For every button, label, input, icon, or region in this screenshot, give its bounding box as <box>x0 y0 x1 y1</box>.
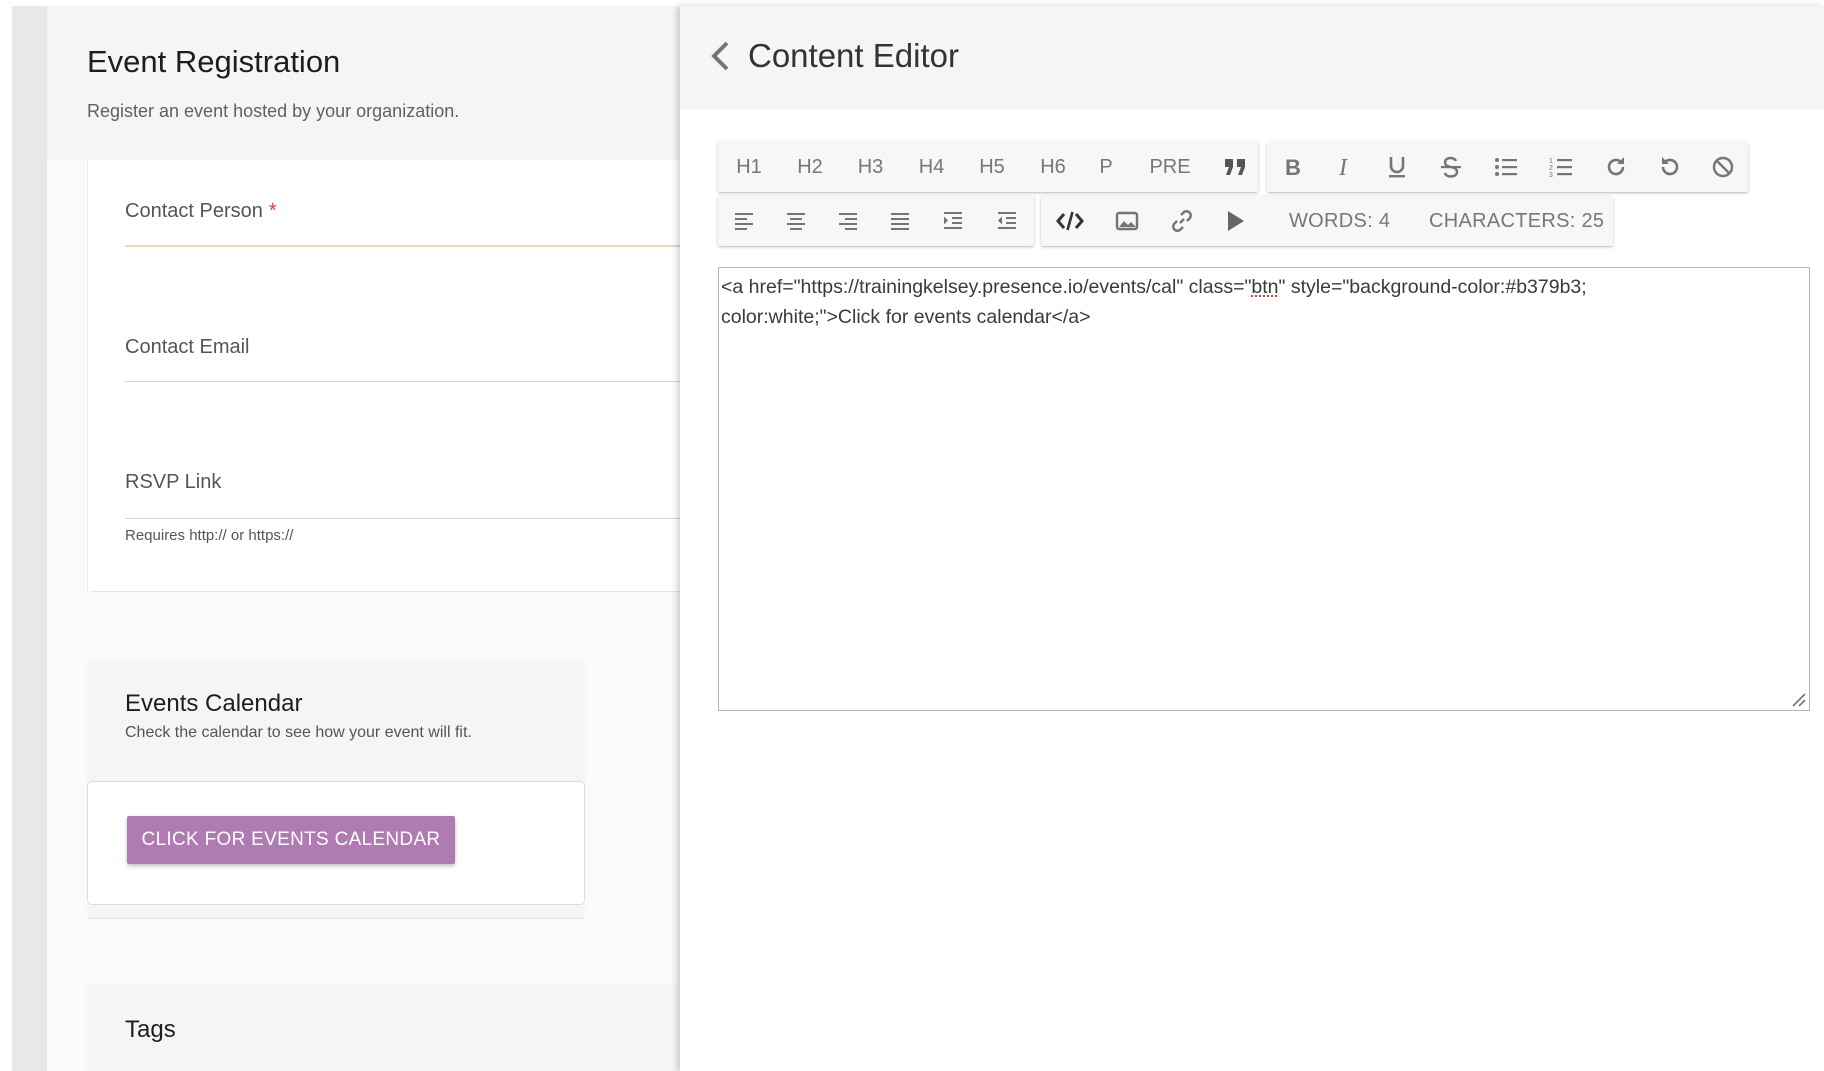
tags-card <box>87 984 687 1071</box>
italic-button[interactable]: I <box>1319 142 1371 192</box>
h1-button[interactable]: H1 <box>718 142 780 192</box>
underline-icon <box>1389 157 1405 178</box>
h5-button[interactable]: H5 <box>962 142 1022 192</box>
align-left-icon <box>735 213 753 230</box>
code-line-1: <a href="https://trainingkelsey.presence… <box>721 276 1587 298</box>
tags-title: Tags <box>125 1016 176 1043</box>
rsvp-link-hint: Requires http:// or https:// <box>125 527 294 544</box>
svg-text:2: 2 <box>1549 165 1553 172</box>
word-count: WORDS: 4 <box>1289 209 1391 232</box>
undo-button[interactable] <box>1643 142 1697 192</box>
underline-button[interactable] <box>1371 142 1423 192</box>
insert-link-button[interactable] <box>1155 196 1209 246</box>
form-header <box>47 6 687 160</box>
editor-title: Content Editor <box>748 37 959 74</box>
svg-text:B: B <box>1285 156 1301 178</box>
pre-button[interactable]: PRE <box>1128 142 1212 192</box>
blockquote-button[interactable] <box>1212 142 1258 192</box>
quote-icon <box>1225 159 1245 175</box>
h4-button[interactable]: H4 <box>901 142 962 192</box>
character-count: CHARACTERS: 25 <box>1429 209 1605 232</box>
clear-format-icon <box>1712 156 1733 178</box>
align-center-button[interactable] <box>770 196 822 246</box>
align-justify-button[interactable] <box>874 196 926 246</box>
insert-video-button[interactable] <box>1209 196 1261 246</box>
toolbar-format-group: B I 123 <box>1267 142 1748 192</box>
back-button[interactable] <box>700 36 740 76</box>
card-divider <box>90 591 687 592</box>
strikethrough-button[interactable] <box>1423 142 1479 192</box>
clear-format-button[interactable] <box>1697 142 1748 192</box>
chevron-left-icon <box>711 41 729 71</box>
misspelled-word: btn <box>1251 276 1279 298</box>
numbered-list-icon: 123 <box>1549 158 1572 178</box>
html-code-editor[interactable]: <a href="https://trainingkelsey.presence… <box>718 267 1810 711</box>
svg-text:1: 1 <box>1549 158 1553 165</box>
numbered-list-button[interactable]: 123 <box>1533 142 1589 192</box>
required-asterisk: * <box>268 200 277 222</box>
outdent-button[interactable] <box>980 196 1034 246</box>
strikethrough-icon <box>1441 156 1461 178</box>
svg-text:3: 3 <box>1549 172 1553 178</box>
toolbar-align-group <box>718 196 1034 246</box>
bold-icon: B <box>1285 156 1301 178</box>
redo-button[interactable] <box>1589 142 1643 192</box>
italic-icon: I <box>1338 156 1348 178</box>
code-view-icon <box>1056 211 1084 231</box>
rsvp-link-label: RSVP Link <box>125 471 222 493</box>
bullet-list-icon <box>1495 158 1517 176</box>
undo-icon <box>1661 157 1679 176</box>
page-subtitle: Register an event hosted by your organiz… <box>87 101 460 121</box>
bullet-list-button[interactable] <box>1479 142 1533 192</box>
contact-person-input[interactable] <box>125 245 687 247</box>
indent-button[interactable] <box>926 196 980 246</box>
redo-icon <box>1607 157 1625 176</box>
align-right-icon <box>839 213 857 230</box>
contact-person-label: Contact Person * <box>125 200 277 222</box>
toolbar-insert-group: WORDS: 4 CHARACTERS: 25 <box>1041 196 1613 246</box>
align-right-button[interactable] <box>822 196 874 246</box>
toolbar-headings-group: H1 H2 H3 H4 H5 H6 P PRE <box>718 142 1258 192</box>
svg-text:I: I <box>1338 156 1348 178</box>
link-icon <box>1172 210 1192 232</box>
events-calendar-description: Check the calendar to see how your event… <box>125 724 472 741</box>
side-gutter <box>12 6 47 1071</box>
code-line-2: color:white;">Click for events calendar<… <box>721 306 1091 328</box>
insert-image-button[interactable] <box>1099 196 1155 246</box>
h3-button[interactable]: H3 <box>840 142 901 192</box>
align-center-icon <box>787 213 805 230</box>
resize-handle-icon[interactable] <box>1790 691 1806 707</box>
events-calendar-title: Events Calendar <box>125 690 303 717</box>
h6-button[interactable]: H6 <box>1022 142 1084 192</box>
window-edge <box>0 0 12 1071</box>
contact-email-label: Contact Email <box>125 336 250 358</box>
image-icon <box>1115 211 1139 231</box>
contact-email-input[interactable] <box>125 381 687 382</box>
rsvp-link-input[interactable] <box>125 518 687 519</box>
video-icon <box>1228 211 1244 231</box>
outdent-icon <box>998 212 1016 229</box>
paragraph-button[interactable]: P <box>1084 142 1128 192</box>
events-calendar-button[interactable]: CLICK FOR EVENTS CALENDAR <box>127 816 455 864</box>
align-justify-icon <box>891 213 909 230</box>
align-left-button[interactable] <box>718 196 770 246</box>
code-view-button[interactable] <box>1041 196 1099 246</box>
h2-button[interactable]: H2 <box>780 142 840 192</box>
indent-icon <box>944 212 962 229</box>
bold-button[interactable]: B <box>1267 142 1319 192</box>
page-title: Event Registration <box>87 44 341 79</box>
